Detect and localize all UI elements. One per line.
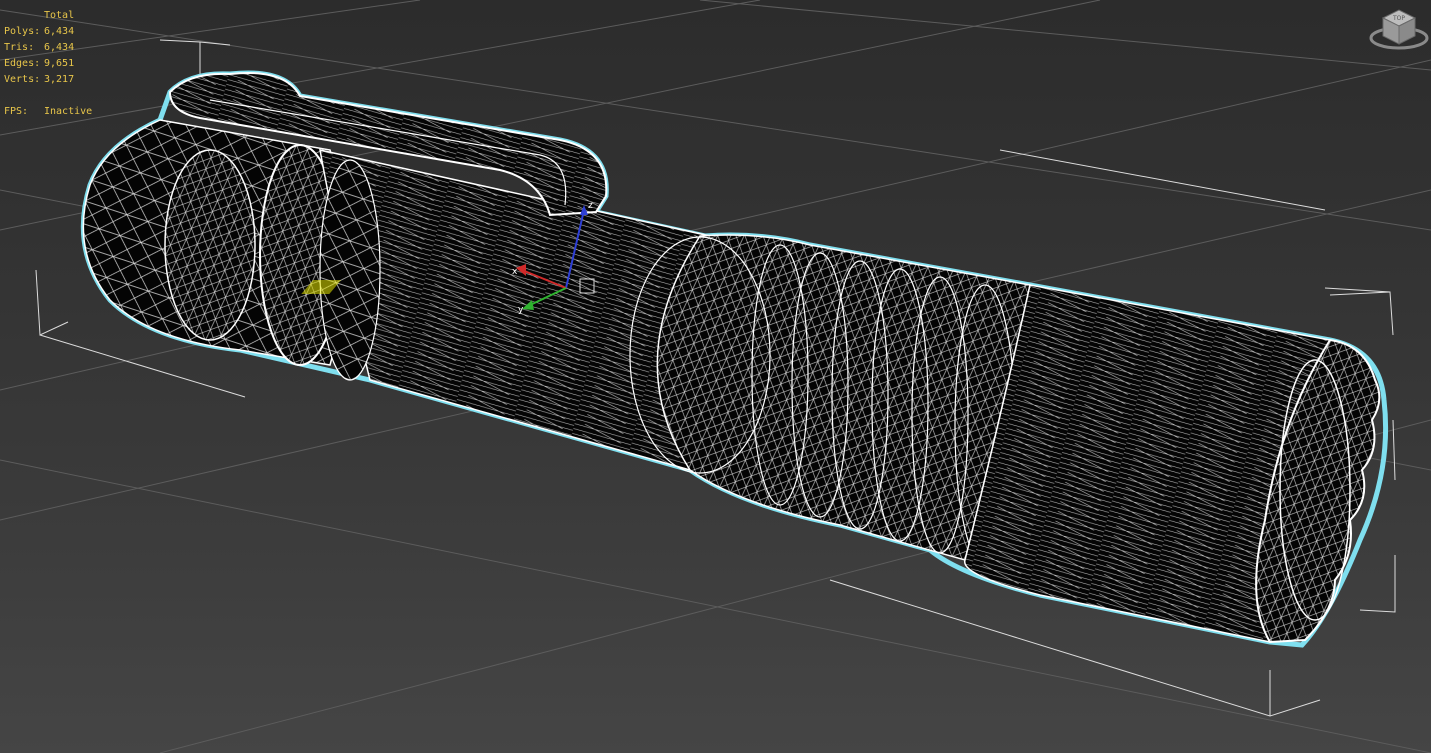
stats-spacer: [4, 88, 104, 104]
stat-value: 6,434: [44, 26, 75, 37]
gizmo-z-label: z: [588, 201, 593, 211]
gizmo-y-label: y: [518, 305, 524, 315]
stat-value: 3,217: [44, 74, 75, 85]
viewport-scene[interactable]: x y z: [0, 0, 1431, 753]
stat-label: Polys:: [4, 26, 41, 37]
stats-header: Total: [44, 10, 75, 21]
viewcube[interactable]: TOP: [1361, 0, 1431, 60]
perspective-viewport[interactable]: x y z Total Polys: 6,434 Tris: 6,434 Edg…: [0, 0, 1431, 753]
stat-row-verts: Verts: 3,217: [4, 72, 104, 88]
stat-value: 6,434: [44, 42, 75, 53]
stat-row-tris: Tris: 6,434: [4, 40, 104, 56]
gizmo-x-label: x: [512, 267, 518, 277]
stats-header-spacer: [4, 8, 44, 24]
viewcube-face-label: TOP: [1392, 15, 1405, 22]
viewport-statistics: Total Polys: 6,434 Tris: 6,434 Edges: 9,…: [4, 8, 104, 120]
stat-row-fps: FPS: Inactive: [4, 104, 104, 120]
stat-value: 9,651: [44, 58, 75, 69]
stat-label: Tris:: [4, 42, 35, 53]
fps-value: Inactive: [44, 106, 93, 117]
grip-section: [656, 234, 1031, 561]
stat-label: Edges:: [4, 58, 41, 69]
stat-label: Verts:: [4, 74, 41, 85]
stats-header-row: Total: [4, 8, 104, 24]
stat-row-polys: Polys: 6,434: [4, 24, 104, 40]
fps-label: FPS:: [4, 106, 29, 117]
flashlight-mesh[interactable]: [80, 70, 1389, 648]
stat-row-edges: Edges: 9,651: [4, 56, 104, 72]
